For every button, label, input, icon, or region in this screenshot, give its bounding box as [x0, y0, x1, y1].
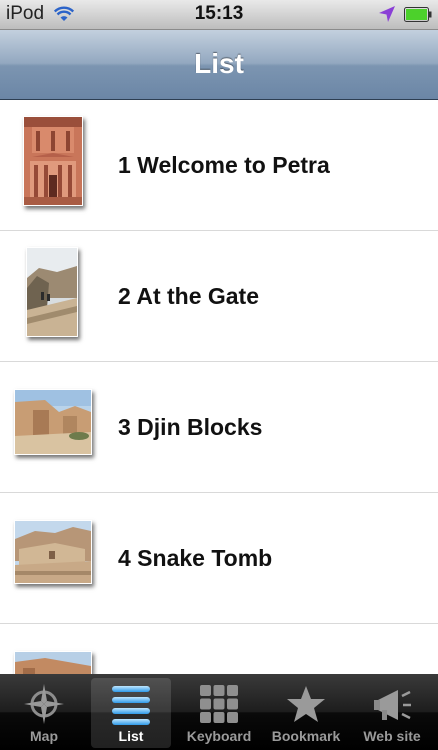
star-icon [287, 686, 325, 722]
snake-tomb-thumbnail [14, 520, 92, 584]
tab-keyboard-label: Keyboard [186, 728, 252, 744]
page-title: List [194, 48, 244, 79]
tab-bookmark[interactable]: Bookmark [266, 678, 346, 748]
battery-icon [404, 7, 432, 22]
gate-thumbnail [26, 247, 78, 337]
tab-bookmark-label: Bookmark [271, 728, 341, 744]
tab-map-label: Map [30, 728, 58, 744]
list-item[interactable]: 1 Welcome to Petra [0, 100, 438, 231]
tab-list[interactable]: List [91, 678, 171, 748]
list-item[interactable]: 4 Snake Tomb [0, 493, 438, 624]
treasury-thumbnail [23, 116, 83, 206]
list-item[interactable]: 3 Djin Blocks [0, 362, 438, 493]
list-item[interactable] [0, 624, 438, 674]
compass-icon [24, 684, 64, 724]
list-item-label: 2 At the Gate [118, 283, 260, 309]
status-bar: iPod 15:13 [0, 0, 438, 30]
keypad-icon [200, 685, 238, 723]
status-time: 15:13 [194, 3, 244, 24]
list-item-label: 3 Djin Blocks [118, 414, 263, 440]
megaphone-icon [374, 690, 411, 720]
tab-map[interactable]: Map [4, 678, 84, 748]
tab-website[interactable]: Web site [352, 678, 432, 748]
location-arrow-icon [379, 6, 395, 22]
list-icon [112, 686, 150, 725]
tomb-thumbnail [14, 651, 92, 674]
tab-bar: Map List Keyboard Bookmark Web site [0, 674, 438, 750]
tab-website-label: Web site [363, 728, 421, 744]
tab-list-label: List [118, 728, 144, 744]
list-item-label: 1 Welcome to Petra [118, 152, 330, 178]
list-item[interactable]: 2 At the Gate [0, 231, 438, 362]
tab-keyboard[interactable]: Keyboard [179, 678, 259, 748]
djin-blocks-thumbnail [14, 389, 92, 455]
navigation-bar: List [0, 30, 438, 100]
list-item-label: 4 Snake Tomb [118, 545, 273, 571]
place-list[interactable]: 1 Welcome to Petra 2 At the Gate 3 Djin … [0, 100, 438, 674]
